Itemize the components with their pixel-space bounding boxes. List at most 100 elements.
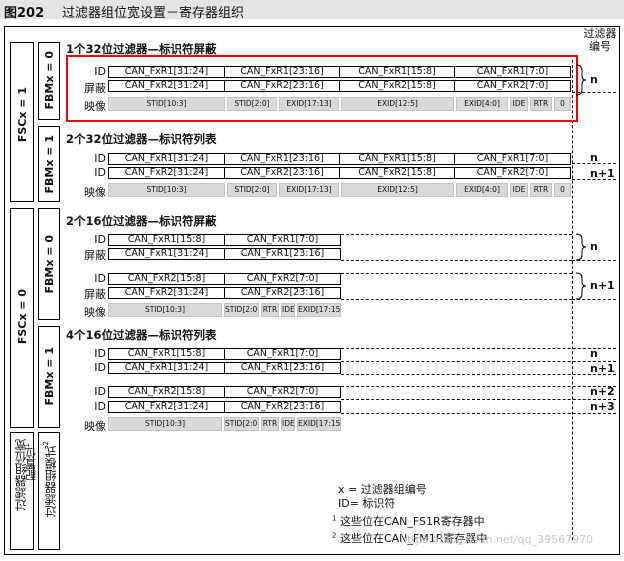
s1-map-stid2-0: STID[2:0] <box>227 97 277 111</box>
s4-dash-3 <box>341 374 616 375</box>
section2-title: 2个32位过滤器—标识符列表 <box>66 132 217 146</box>
s4-b-r2-7-0: CAN_FxR2[7:0] <box>224 386 341 398</box>
s2-map-exid4-0: EXID[4:0] <box>456 183 508 197</box>
s4-b-r2-23-16: CAN_FxR2[23:16] <box>224 401 341 413</box>
fbmx0-label-a: FBMx = 0 <box>43 51 56 110</box>
filter-number-header-line1: 过滤器 <box>583 27 617 40</box>
s1-id-label: ID <box>94 65 106 78</box>
s2-r2-7-0: CAN_FxR2[7:0] <box>454 167 571 179</box>
s3-map-label: 映像 <box>84 306 106 319</box>
s4-a-r1-31-24: CAN_FxR1[31:24] <box>108 362 225 374</box>
s4-filter-n2: n+2 <box>590 385 615 398</box>
s2-r1-23-16: CAN_FxR1[23:16] <box>224 153 340 165</box>
fscx1-label: FSCx = 1 <box>16 87 29 143</box>
s4-filter-n: n <box>590 347 598 360</box>
s2-map-stid10-3: STID[10:3] <box>108 183 225 197</box>
s1-dash <box>572 92 616 93</box>
s4-map-stid2-0: STID[2:0] <box>224 417 259 431</box>
s4-dash-5 <box>341 399 616 400</box>
s4-dash-6 <box>341 413 616 414</box>
s3-b-r2-15-8: CAN_FxR2[15:8] <box>108 273 225 285</box>
s4-id-label-2: ID <box>94 361 106 374</box>
s4-id-label-3: ID <box>94 385 106 398</box>
s1-r2-31-24: CAN_FxR2[31:24] <box>108 80 225 92</box>
mode-label: 过滤器组模式2 <box>42 441 58 518</box>
width-config-box: 过滤器组位宽 配置位1 <box>10 432 38 550</box>
s2-map-exid12-5: EXID[12:5] <box>341 183 454 197</box>
s1-map-exid12-5: EXID[12:5] <box>341 97 454 111</box>
s3-mask-label-1: 屏蔽 <box>84 249 106 262</box>
s4-a-r1-15-8: CAN_FxR1[15:8] <box>108 348 225 360</box>
s2-r1-15-8: CAN_FxR1[15:8] <box>339 153 455 165</box>
s2-map-ide: IDE <box>510 183 528 197</box>
s3-a-r1-23-16: CAN_FxR1[23:16] <box>224 248 341 260</box>
s3-b-r2-23-16: CAN_FxR2[23:16] <box>224 287 341 299</box>
fbmx1-box-b: FBMx = 1 <box>38 326 60 428</box>
s3-map-rtr: RTR <box>261 303 279 317</box>
s3-dash-right-1 <box>572 260 616 261</box>
s1-map-rtr: RTR <box>530 97 552 111</box>
fscx0-label: FSCx = 0 <box>16 289 29 345</box>
s4-b-r2-15-8: CAN_FxR2[15:8] <box>108 386 225 398</box>
s2-r2-23-16: CAN_FxR2[23:16] <box>224 167 340 179</box>
fbmx0-box-a: FBMx = 0 <box>38 42 60 120</box>
s3-id-label-2: ID <box>94 272 106 285</box>
s4-filter-n3: n+3 <box>590 400 615 413</box>
filter-number-header-line2: 编号 <box>589 40 611 53</box>
mode-box: 过滤器组模式2 <box>38 432 60 550</box>
s1-r1-23-16: CAN_FxR1[23:16] <box>224 66 340 78</box>
s4-a-r1-23-16: CAN_FxR1[23:16] <box>224 362 341 374</box>
fbmx1-box-a: FBMx = 1 <box>38 126 60 202</box>
s2-id-label-1: ID <box>94 152 106 165</box>
s2-dash-1 <box>572 163 616 164</box>
s3-b-r2-31-24: CAN_FxR2[31:24] <box>108 287 225 299</box>
s1-mask-label: 屏蔽 <box>84 82 106 95</box>
s3-map-ide: IDE <box>281 303 295 317</box>
s4-dash-1 <box>341 348 616 349</box>
s1-map-exid4-0: EXID[4:0] <box>456 97 508 111</box>
s1-r2-7-0: CAN_FxR2[7:0] <box>454 80 571 92</box>
s3-b-r2-7-0: CAN_FxR2[7:0] <box>224 273 341 285</box>
figure-title: 过滤器组位宽设置－寄存器组织 <box>62 6 245 21</box>
figure-header: 图202 过滤器组位宽设置－寄存器组织 <box>0 0 624 21</box>
filter-number-header: 过滤器 编号 <box>578 27 622 53</box>
s2-map-label: 映像 <box>84 186 106 199</box>
s3-mask-label-2: 屏蔽 <box>84 288 106 301</box>
s2-map-zero: 0 <box>554 183 571 197</box>
s1-map-label: 映像 <box>84 100 106 113</box>
s3-a-r1-31-24: CAN_FxR1[31:24] <box>108 248 225 260</box>
s3-filter-n: n <box>590 240 598 253</box>
filter-number-divider <box>572 60 573 540</box>
s4-b-r2-31-24: CAN_FxR2[31:24] <box>108 401 225 413</box>
s3-id-label-1: ID <box>94 233 106 246</box>
s3-dash-top-a <box>341 234 572 235</box>
fscx0-box: FSCx = 0 <box>10 208 34 428</box>
note-1: 1 这些位在CAN_FS1R寄存器中 <box>332 514 485 528</box>
s2-map-exid17-13: EXID[17:13] <box>279 183 339 197</box>
s1-map-stid10-3: STID[10:3] <box>108 97 225 111</box>
s3-map-stid2-0: STID[2:0] <box>224 303 259 317</box>
s1-r1-7-0: CAN_FxR1[7:0] <box>454 66 571 78</box>
s2-r1-31-24: CAN_FxR1[31:24] <box>108 153 225 165</box>
s2-id-label-2: ID <box>94 166 106 179</box>
s3-map-exid17-15: EXID[17:15] <box>297 303 341 317</box>
s4-filter-n1: n+1 <box>590 362 615 375</box>
s3-a-r1-7-0: CAN_FxR1[7:0] <box>224 234 341 246</box>
s4-map-stid10-3: STID[10:3] <box>108 417 222 431</box>
fbmx0-label-b: FBMx = 0 <box>43 235 56 294</box>
s1-r1-15-8: CAN_FxR1[15:8] <box>339 66 455 78</box>
legend-id: ID= 标识符 <box>338 497 396 510</box>
s4-dash-2 <box>341 361 616 362</box>
s4-id-label-1: ID <box>94 347 106 360</box>
s4-dash-4 <box>341 386 616 387</box>
s4-map-label: 映像 <box>84 420 106 433</box>
s3-map-stid10-3: STID[10:3] <box>108 303 222 317</box>
s3-dash-right-2 <box>572 299 616 300</box>
s1-map-ide: IDE <box>510 97 528 111</box>
s1-filter-n: n <box>590 73 598 86</box>
s1-map-zero: 0 <box>554 97 571 111</box>
s4-map-exid17-15: EXID[17:15] <box>297 417 341 431</box>
s4-id-label-4: ID <box>94 400 106 413</box>
section4-title: 4个16位过滤器—标识符列表 <box>66 328 217 342</box>
s3-filter-n1: n+1 <box>590 279 615 292</box>
